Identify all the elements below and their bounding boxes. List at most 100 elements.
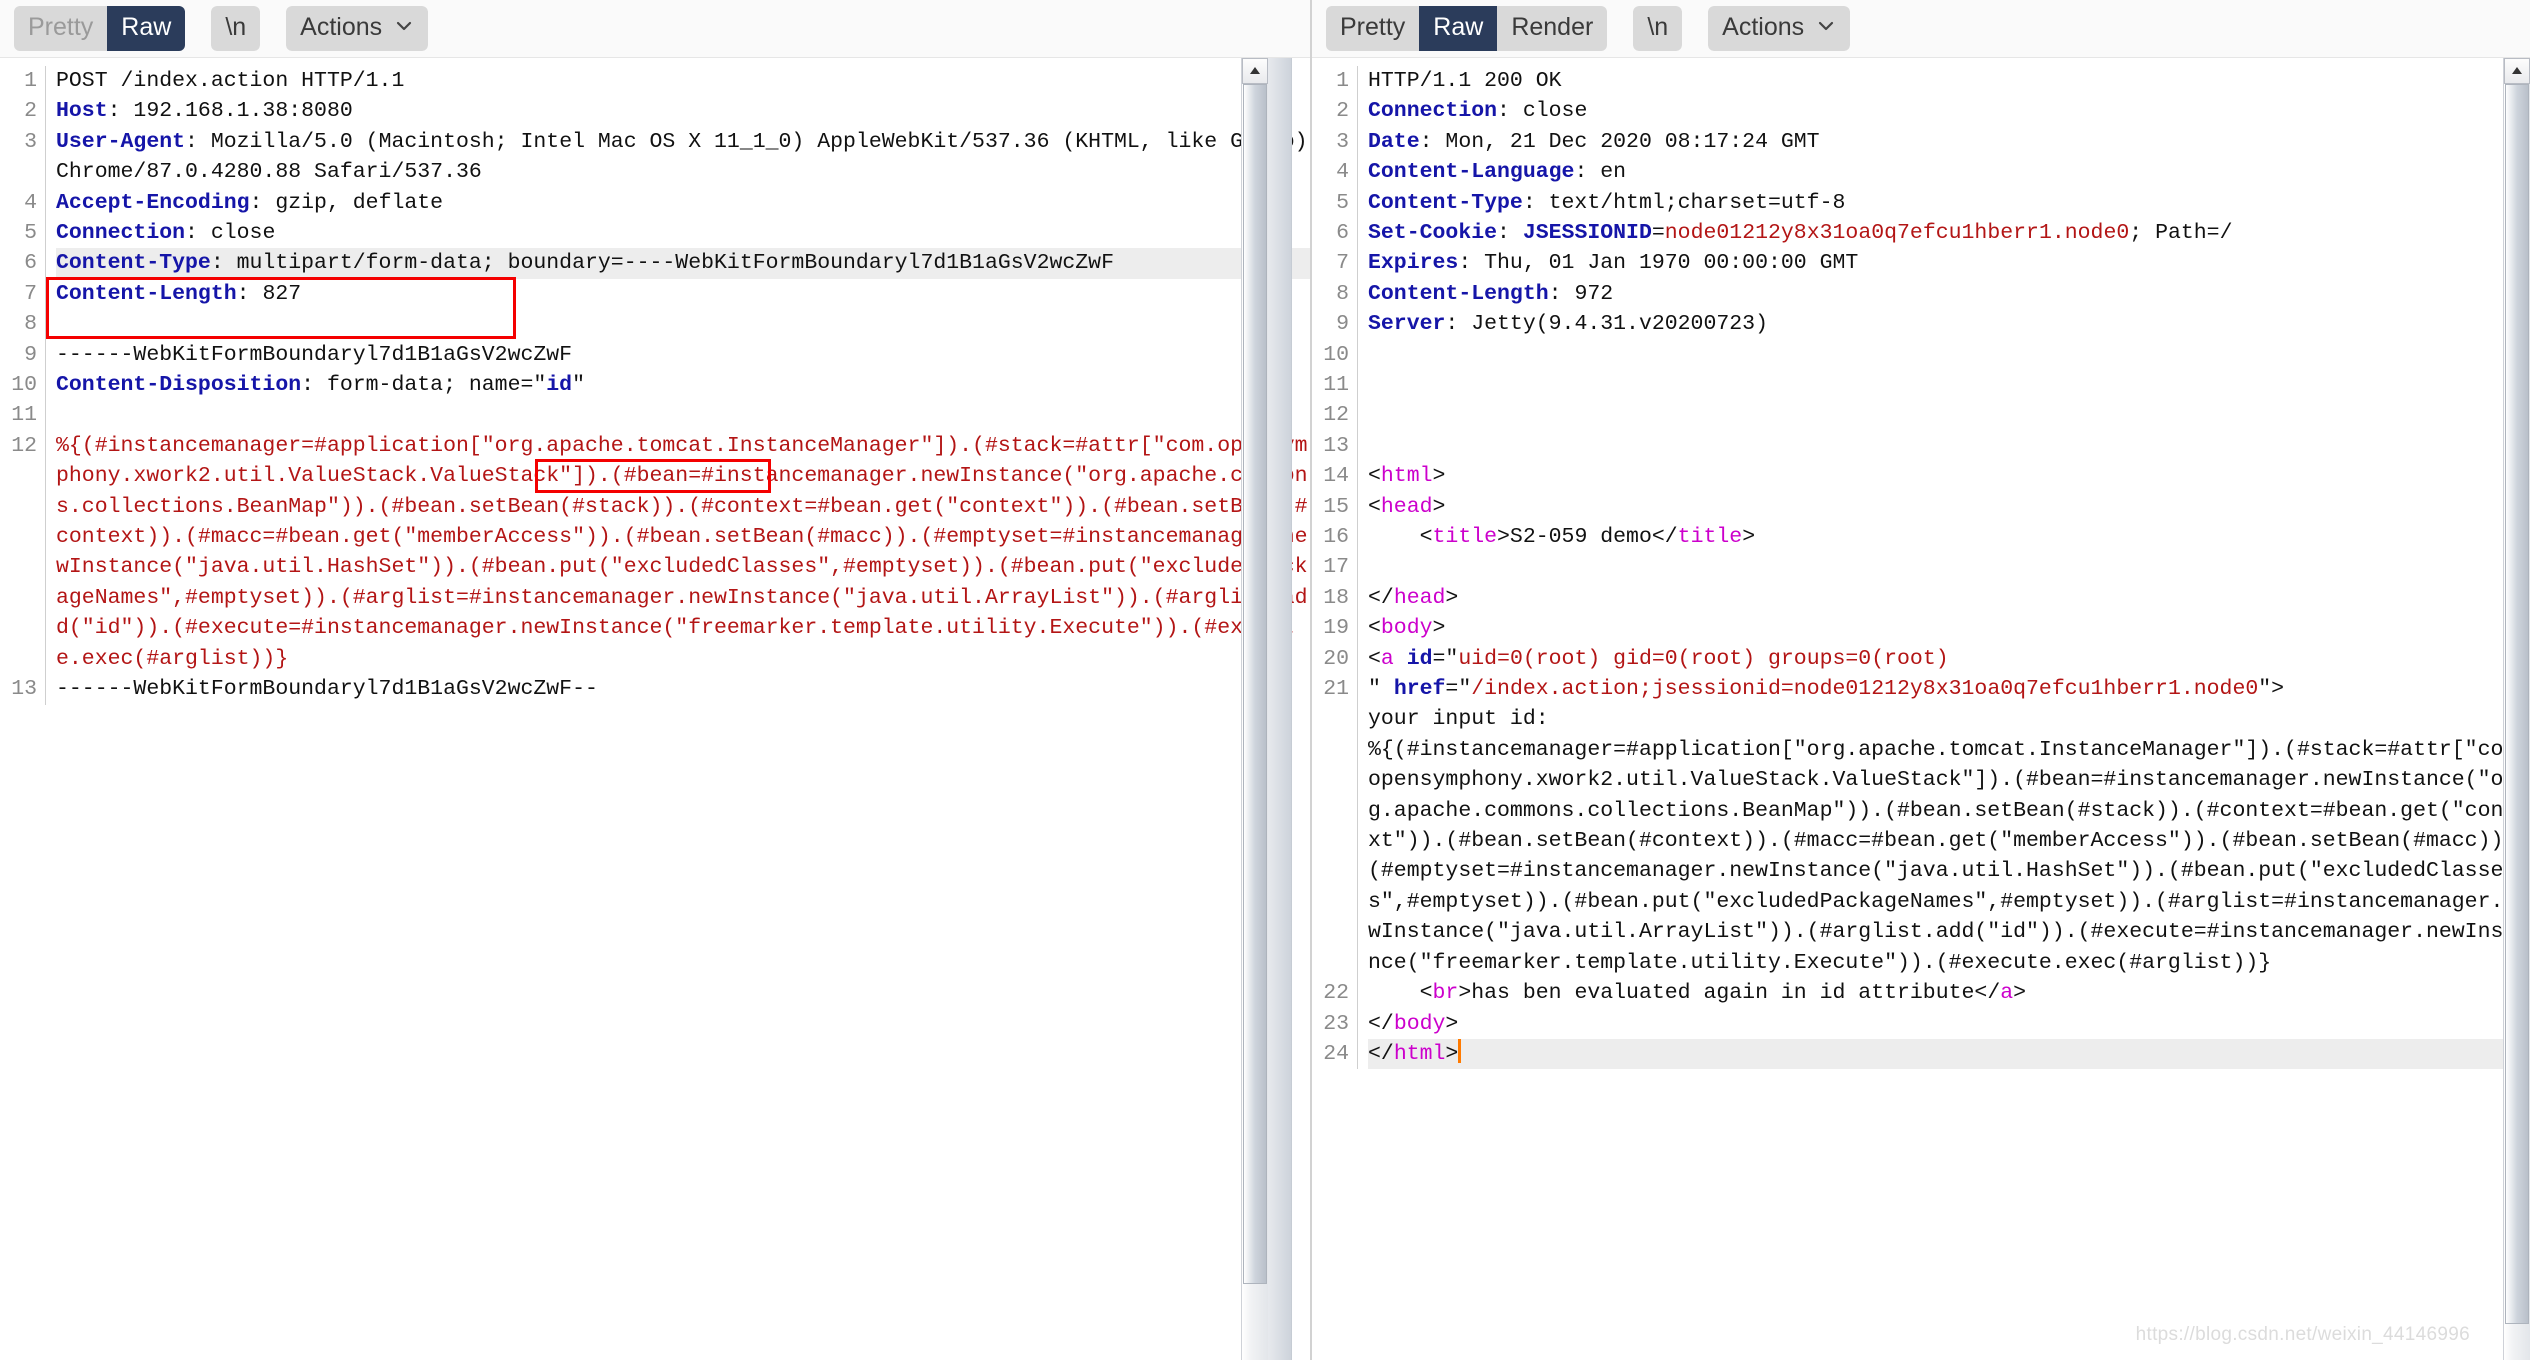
code-line[interactable]: <html>	[1368, 461, 2530, 491]
response-editor[interactable]: 1 2 3 4 5 6 7 8 9 10 11 12 13 14 15 16 17 18 19 20 21 22 23 24 …	[1312, 58, 2530, 1360]
request-newline-group: \n	[211, 6, 261, 51]
code-line[interactable]: ------WebKitFormBoundaryl7d1B1aGsV2wcZwF	[56, 340, 1310, 370]
code-line[interactable]: Content-Type: multipart/form-data; bound…	[56, 248, 1310, 279]
code-token: : 972	[1548, 281, 1614, 306]
code-line[interactable]: Content-Disposition: form-data; name="id…	[56, 370, 1310, 400]
response-actions-button[interactable]: Actions	[1708, 6, 1851, 51]
code-token: Connection	[56, 221, 186, 246]
code-line[interactable]	[1368, 552, 2530, 582]
code-line[interactable]	[1368, 400, 2530, 430]
response-tab-render[interactable]: Render	[1497, 6, 1608, 51]
code-token: /index.action;jsessionid=node01212y8x31o…	[1471, 677, 2259, 702]
code-line[interactable]: Accept-Encoding: gzip, deflate	[56, 188, 1310, 218]
line-number: 20	[1323, 646, 1349, 671]
code-line[interactable]: </body>	[1368, 1009, 2530, 1039]
code-line[interactable]	[56, 400, 1310, 430]
code-token: Content-Length	[56, 281, 237, 306]
code-line[interactable]: ------WebKitFormBoundaryl7d1B1aGsV2wcZwF…	[56, 674, 1310, 704]
code-line[interactable]: Content-Length: 972	[1368, 279, 2530, 309]
code-token: >S2-059 demo</	[1497, 525, 1678, 550]
code-token: : close	[185, 221, 276, 246]
code-token: : close	[1497, 99, 1588, 124]
request-code-text[interactable]: POST /index.action HTTP/1.1 Host: 192.168…	[46, 66, 1310, 705]
code-token: >	[2013, 981, 2027, 1006]
code-line[interactable]: User-Agent: Mozilla/5.0 (Macintosh; Inte…	[56, 127, 1310, 188]
code-token: title	[1432, 525, 1498, 550]
code-line[interactable]: Content-Language: en	[1368, 157, 2530, 187]
code-line[interactable]	[1368, 340, 2530, 370]
line-number: 21	[1323, 677, 1349, 702]
code-line[interactable]: <a id="uid=0(root) gid=0(root) groups=0(…	[1368, 644, 2530, 674]
code-line[interactable]	[56, 309, 1310, 339]
code-line[interactable]: HTTP/1.1 200 OK	[1368, 66, 2530, 96]
code-line[interactable]: Set-Cookie: JSESSIONID=node01212y8x31oa0…	[1368, 218, 2530, 248]
request-scrollbar-thumb[interactable]	[1243, 84, 1267, 1284]
code-line[interactable]: <title>S2-059 demo</title>	[1368, 522, 2530, 552]
code-token: uid=0(root) gid=0(root) groups=0(root)	[1458, 646, 1949, 671]
code-token: Content-Disposition	[56, 373, 302, 398]
response-tab-pretty[interactable]: Pretty	[1326, 6, 1420, 51]
request-code-area[interactable]: 1 2 3 4 5 6 7 8 9 10 11 12 13 POST /index.action HTT…	[0, 58, 1310, 1360]
code-line[interactable]	[1368, 431, 2530, 461]
code-line[interactable]: Server: Jetty(9.4.31.v20200723)	[1368, 309, 2530, 339]
line-number: 6	[1336, 221, 1349, 246]
response-code-area[interactable]: 1 2 3 4 5 6 7 8 9 10 11 12 13 14 15 16 17 18 19 20 21 22 23 24 …	[1312, 58, 2530, 1360]
code-line[interactable]: Expires: Thu, 01 Jan 1970 00:00:00 GMT	[1368, 248, 2530, 278]
code-line[interactable]: Host: 192.168.1.38:8080	[56, 96, 1310, 126]
code-token: Host	[56, 99, 108, 124]
line-number: 7	[1336, 251, 1349, 276]
scroll-up-arrow-icon[interactable]	[2504, 58, 2530, 84]
request-scrollbar[interactable]	[1241, 58, 1268, 1360]
request-tab-raw[interactable]: Raw	[107, 6, 186, 51]
code-token: %{(#instancemanager=#application["org.ap…	[56, 433, 1308, 671]
code-token: >	[1432, 464, 1446, 489]
code-token: <	[1368, 616, 1381, 641]
code-token: : Mon, 21 Dec 2020 08:17:24 GMT	[1419, 129, 1820, 154]
request-tab-pretty[interactable]: Pretty	[14, 6, 108, 51]
response-view-tabs: Pretty Raw Render	[1326, 6, 1608, 51]
line-number: 7	[24, 281, 37, 306]
request-toolbar: Pretty Raw \n Actions	[0, 0, 1310, 58]
code-line[interactable]: </html>	[1368, 1038, 2530, 1070]
request-actions-button[interactable]: Actions	[286, 6, 429, 51]
code-token: : form-data; name="	[301, 373, 547, 398]
request-scrollbar-track[interactable]	[1266, 58, 1292, 1360]
code-token: Content-Language	[1368, 160, 1575, 185]
line-number: 12	[11, 433, 37, 458]
line-number: 3	[24, 129, 37, 154]
response-tab-raw[interactable]: Raw	[1419, 6, 1498, 51]
code-line[interactable]: POST /index.action HTTP/1.1	[56, 66, 1310, 96]
code-line[interactable]: Connection: close	[1368, 96, 2530, 126]
code-token: Content-Type	[56, 251, 211, 276]
code-token: ="	[1432, 646, 1459, 671]
request-editor[interactable]: 1 2 3 4 5 6 7 8 9 10 11 12 13 POST /index.action HTT…	[0, 58, 1310, 1360]
code-token: "	[1368, 677, 1394, 702]
response-newline-button[interactable]: \n	[1633, 6, 1683, 51]
code-line[interactable]: Content-Length: 827	[56, 279, 1310, 309]
code-line[interactable]: <body>	[1368, 613, 2530, 643]
code-token: Connection	[1368, 99, 1498, 124]
code-line[interactable]: %{(#instancemanager=#application["org.ap…	[56, 431, 1310, 674]
code-token: Expires	[1368, 251, 1459, 276]
code-line[interactable]: " href="/index.action;jsessionid=node012…	[1368, 674, 2530, 978]
code-token: <	[1368, 646, 1381, 671]
response-scrollbar[interactable]	[2503, 58, 2530, 1360]
code-line[interactable]: Connection: close	[56, 218, 1310, 248]
response-actions-label: Actions	[1722, 13, 1805, 41]
code-line[interactable]: <br>has ben evaluated again in id attrib…	[1368, 978, 2530, 1008]
code-line[interactable]	[1368, 370, 2530, 400]
code-line[interactable]: Date: Mon, 21 Dec 2020 08:17:24 GMT	[1368, 127, 2530, 157]
code-token: head	[1393, 585, 1446, 610]
response-scrollbar-thumb[interactable]	[2505, 84, 2529, 1324]
request-newline-button[interactable]: \n	[211, 6, 261, 51]
code-line[interactable]: </head>	[1368, 583, 2530, 613]
code-token: body	[1393, 1011, 1446, 1036]
code-line[interactable]: Content-Type: text/html;charset=utf-8	[1368, 188, 2530, 218]
response-code-text[interactable]: HTTP/1.1 200 OK Connection: close Date: Mo…	[1358, 66, 2530, 1070]
code-token: User-Agent	[56, 129, 186, 154]
line-number: 10	[1323, 342, 1349, 367]
code-token: a	[1380, 646, 1394, 671]
scroll-up-arrow-icon[interactable]	[1242, 58, 1268, 84]
line-number: 2	[1336, 99, 1349, 124]
code-line[interactable]: <head>	[1368, 492, 2530, 522]
